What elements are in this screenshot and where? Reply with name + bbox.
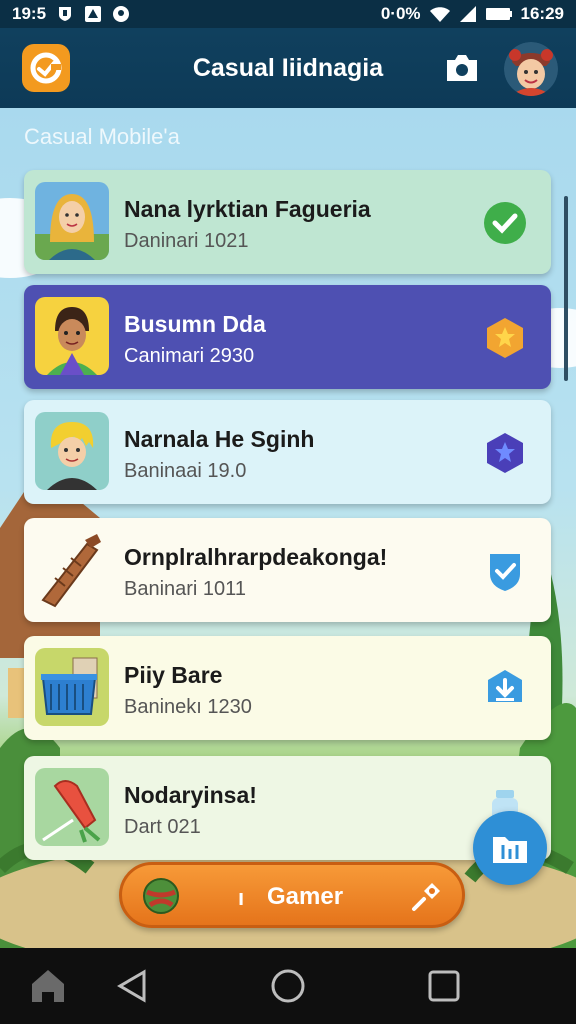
recents-icon[interactable] <box>424 966 464 1006</box>
location-icon <box>113 6 130 22</box>
status-bar: 19:5 0·0% 16:29 <box>0 0 576 28</box>
check-icon[interactable] <box>482 200 528 246</box>
status-indicators: 0·0% <box>380 4 421 23</box>
card-title: Nodaryinsa! <box>124 782 257 808</box>
card-title: Nana lyrktian Fagueria <box>124 196 371 222</box>
card-subtitle: Baninekı 1230 <box>124 696 252 718</box>
wifi-icon <box>429 7 450 22</box>
ball-icon <box>143 878 179 914</box>
list-item[interactable]: Narnala He Sginh Baninaai 19.0 <box>24 400 551 504</box>
item-thumbnail <box>35 530 109 608</box>
list-item[interactable]: Piiy Bare Baninekı 1230 <box>24 636 551 740</box>
star-badge-icon[interactable] <box>482 315 528 361</box>
app-title: Casual Iiidnagia <box>192 54 384 82</box>
card-subtitle: Dart 021 <box>124 816 201 838</box>
item-thumbnail <box>35 648 109 726</box>
card-title: Busumn Dda <box>124 311 266 337</box>
status-time-left: 19:5 <box>12 4 47 23</box>
section-label: Casual Mobile'a <box>24 124 180 149</box>
card-subtitle: Baninaai 19.0 <box>124 460 247 482</box>
scrollbar[interactable] <box>564 196 568 381</box>
pin-icon <box>412 883 440 911</box>
folder-button[interactable] <box>473 811 547 885</box>
list-item[interactable]: Nodaryinsa! Dart 021 <box>24 756 551 860</box>
home-circle-icon[interactable] <box>268 966 308 1006</box>
folder-icon <box>493 837 527 863</box>
star-badge-icon[interactable] <box>482 430 528 476</box>
battery-icon <box>485 8 512 20</box>
game-button[interactable]: ı Gamer <box>119 862 465 928</box>
profile-avatar[interactable] <box>504 42 558 96</box>
back-icon[interactable] <box>112 966 152 1006</box>
check-shield-icon[interactable] <box>482 548 528 594</box>
list-item[interactable]: Ornplralhrarpdeakonga! Baninari 1011 <box>24 518 551 622</box>
card-title: Ornplralhrarpdeakonga! <box>124 544 388 570</box>
list-item[interactable]: Busumn Dda Canimari 2930 <box>24 285 551 389</box>
signal-icon <box>459 6 476 22</box>
card-title: Narnala He Sginh <box>124 426 315 452</box>
shield-icon <box>59 7 72 21</box>
character-thumbnail <box>35 297 109 375</box>
card-title: Piiy Bare <box>124 662 223 688</box>
item-thumbnail <box>35 768 109 846</box>
system-nav-bar <box>0 948 576 1024</box>
character-thumbnail <box>35 412 109 490</box>
download-badge-icon[interactable] <box>482 666 528 712</box>
status-time-right: 16:29 <box>520 4 564 23</box>
card-subtitle: Canimari 2930 <box>124 345 255 367</box>
card-subtitle: Daninari 1021 <box>124 230 249 252</box>
pill-dot: ı <box>238 885 245 910</box>
app-bar: Casual Iiidnagia <box>0 28 576 108</box>
list-item[interactable]: Nana lyrktian Fagueria Daninari 1021 <box>24 170 551 274</box>
game-button-label: Gamer <box>267 883 344 910</box>
camera-icon[interactable] <box>444 52 480 84</box>
home-icon[interactable] <box>28 966 68 1006</box>
card-subtitle: Baninari 1011 <box>124 578 246 600</box>
drive-icon <box>85 6 102 22</box>
character-thumbnail <box>35 182 109 260</box>
